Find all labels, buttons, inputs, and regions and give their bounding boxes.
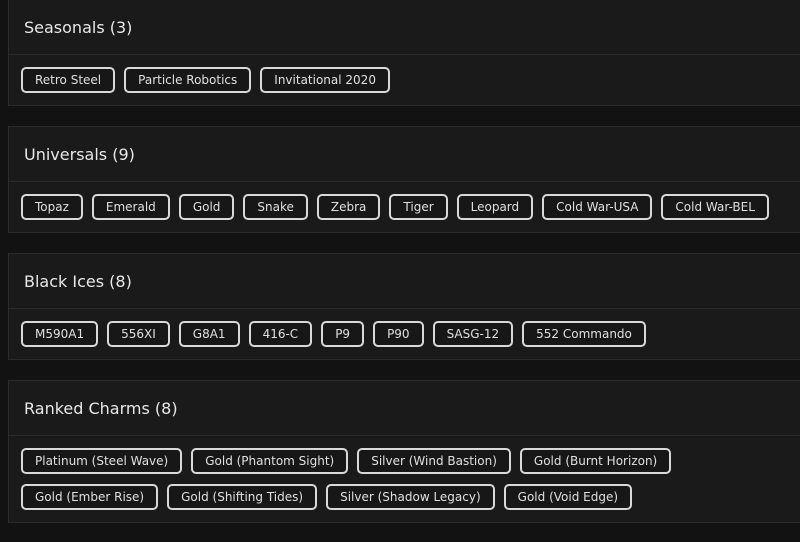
tag-chip[interactable]: Cold War-BEL <box>661 194 769 220</box>
tag-chip[interactable]: Zebra <box>316 194 381 220</box>
tag-list: M590A1 556XI G8A1 416-C P9 P90 SASG-12 552 Comm… <box>9 309 800 359</box>
tag-chip[interactable]: Leopard <box>456 194 534 220</box>
tag-chip[interactable]: Gold <box>178 194 235 220</box>
tag-chip[interactable]: Gold (Burnt Horizon) <box>519 448 672 474</box>
section-title: Ranked Charms (8) <box>24 398 178 418</box>
tag-list: Topaz Emerald Gold Snake Zebra Tiger Leopard Co… <box>9 182 800 232</box>
tag-chip[interactable]: Tiger <box>389 194 448 220</box>
section-panel: Ranked Charms (8) Platinum (Steel Wave) Go… <box>8 380 800 523</box>
section-title: Seasonals (3) <box>24 17 133 37</box>
section-header: Seasonals (3) <box>9 0 800 55</box>
tag-chip[interactable]: 556XI <box>107 321 170 347</box>
section-panel: Universals (9) Topaz Emerald Gold Snake Zebra… <box>8 126 800 233</box>
tag-list: Platinum (Steel Wave) Gold (Phantom Sight… <box>9 436 800 522</box>
tag-chip[interactable]: Gold (Void Edge) <box>503 484 633 510</box>
tag-chip[interactable]: Topaz <box>21 194 83 220</box>
tag-chip[interactable]: P90 <box>373 321 424 347</box>
tag-chip[interactable]: Gold (Phantom Sight) <box>191 448 349 474</box>
tag-chip[interactable]: Retro Steel <box>21 67 116 93</box>
section-panel: Black Ices (8) M590A1 556XI G8A1 416-C P9 P90 S… <box>8 253 800 360</box>
tag-list: Retro Steel Particle Robotics Invitational… <box>9 55 800 105</box>
tag-chip[interactable]: P9 <box>321 321 365 347</box>
tag-chip[interactable]: M590A1 <box>21 321 99 347</box>
tag-chip[interactable]: Particle Robotics <box>124 67 252 93</box>
tag-chip[interactable]: 416-C <box>248 321 313 347</box>
tag-chip[interactable]: Silver (Wind Bastion) <box>357 448 511 474</box>
tag-chip[interactable]: Gold (Ember Rise) <box>21 484 159 510</box>
section-panel: Seasonals (3) Retro Steel Particle Robotic… <box>8 0 800 106</box>
tag-chip[interactable]: Cold War-USA <box>542 194 653 220</box>
tag-chip[interactable]: Platinum (Steel Wave) <box>21 448 183 474</box>
tag-chip[interactable]: Invitational 2020 <box>260 67 390 93</box>
section-header: Universals (9) <box>9 127 800 182</box>
tag-chip[interactable]: Emerald <box>91 194 170 220</box>
section-title: Universals (9) <box>24 144 135 164</box>
section-title: Black Ices (8) <box>24 271 132 291</box>
tag-chip[interactable]: SASG-12 <box>432 321 514 347</box>
section-header: Black Ices (8) <box>9 254 800 309</box>
section-header: Ranked Charms (8) <box>9 381 800 436</box>
collection-list: Seasonals (3) Retro Steel Particle Robotic… <box>0 0 800 523</box>
tag-chip[interactable]: Gold (Shifting Tides) <box>167 484 318 510</box>
tag-chip[interactable]: G8A1 <box>178 321 240 347</box>
tag-chip[interactable]: Snake <box>243 194 308 220</box>
tag-chip[interactable]: 552 Commando <box>522 321 646 347</box>
tag-chip[interactable]: Silver (Shadow Legacy) <box>326 484 495 510</box>
